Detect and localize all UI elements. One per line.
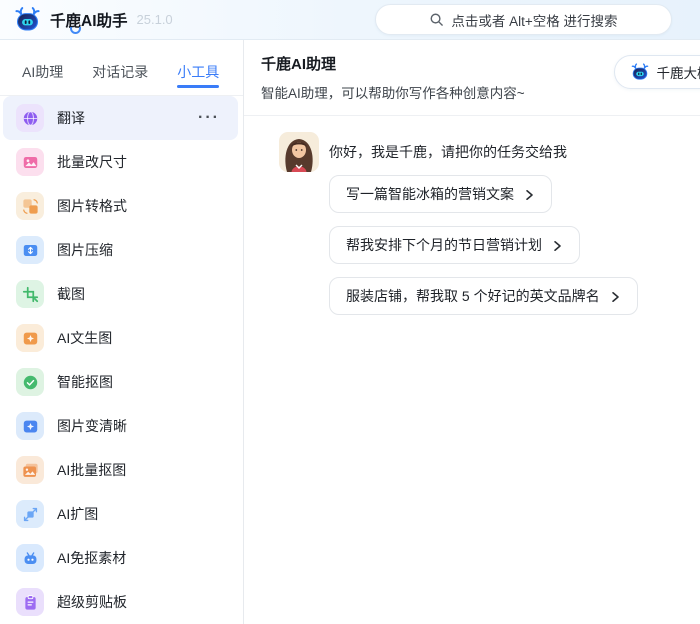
suggestion-button-3[interactable]: 服装店铺，帮我取 5 个好记的英文品牌名: [329, 277, 638, 315]
sidebar: AI助理对话记录小工具 翻译 ··· 批量改尺寸图片转格式图片压缩截图 AI文生图智能…: [0, 40, 244, 624]
sidebar-item-label: 图片压缩: [57, 240, 113, 260]
sidebar-item-smart-matting[interactable]: 智能抠图: [0, 360, 243, 404]
sidebar-tool-list: 翻译 ··· 批量改尺寸图片转格式图片压缩截图 AI文生图智能抠图图片变清晰 AI批量抠…: [0, 96, 243, 624]
suggestion-button-1[interactable]: 写一篇智能冰箱的营销文案: [329, 175, 552, 213]
sidebar-item-image-convert[interactable]: 图片转格式: [0, 184, 243, 228]
ai-text-to-image-icon: [16, 324, 44, 352]
suggestion-label: 服装店铺，帮我取 5 个好记的英文品牌名: [346, 286, 600, 306]
sidebar-item-super-clipboard[interactable]: 超级剪贴板: [0, 580, 243, 624]
screenshot-icon: [16, 280, 44, 308]
sidebar-item-label: 图片变清晰: [57, 416, 127, 436]
topbar: 千鹿AI助手 25.1.0 点击或者 Alt+空格 进行搜索: [0, 0, 700, 40]
model-selector-button[interactable]: 千鹿大模型: [614, 55, 700, 89]
suggestion-label: 帮我安排下个月的节日营销计划: [346, 235, 542, 255]
sidebar-item-translate[interactable]: 翻译 ···: [3, 96, 238, 140]
translate-icon: [16, 104, 44, 132]
tab-chat-history[interactable]: 对话记录: [92, 62, 148, 95]
sidebar-item-ai-cutout-material[interactable]: AI免抠素材: [0, 536, 243, 580]
search-icon: [429, 12, 444, 27]
sidebar-item-label: AI文生图: [57, 328, 112, 348]
sidebar-item-label: 翻译: [57, 108, 85, 128]
main-panel: 千鹿AI助理 智能AI助理，可以帮助你写作各种创意内容~ 千鹿大模型 你好，我是…: [244, 40, 700, 624]
assistant-avatar: [279, 132, 319, 172]
sidebar-item-label: AI扩图: [57, 504, 98, 524]
chat-area: 你好，我是千鹿，请把你的任务交给我 写一篇智能冰箱的营销文案帮我安排下个月的节日…: [244, 116, 700, 331]
search-placeholder: 点击或者 Alt+空格 进行搜索: [451, 10, 617, 30]
sidebar-item-image-enhance[interactable]: 图片变清晰: [0, 404, 243, 448]
image-convert-icon: [16, 192, 44, 220]
sidebar-item-ai-expand-image[interactable]: AI扩图: [0, 492, 243, 536]
sidebar-item-label: 智能抠图: [57, 372, 113, 392]
sidebar-item-image-compress[interactable]: 图片压缩: [0, 228, 243, 272]
assistant-header: 千鹿AI助理 智能AI助理，可以帮助你写作各种创意内容~ 千鹿大模型: [244, 40, 700, 116]
suggestion-label: 写一篇智能冰箱的营销文案: [346, 184, 514, 204]
sidebar-item-label: AI批量抠图: [57, 460, 126, 480]
super-clipboard-icon: [16, 588, 44, 616]
app-version: 25.1.0: [137, 12, 173, 27]
model-selector-label: 千鹿大模型: [657, 62, 700, 82]
sidebar-item-ai-batch-matting[interactable]: AI批量抠图: [0, 448, 243, 492]
model-logo-icon: [630, 62, 650, 82]
suggestion-list: 写一篇智能冰箱的营销文案帮我安排下个月的节日营销计划服装店铺，帮我取 5 个好记…: [329, 175, 684, 315]
batch-resize-icon: [16, 148, 44, 176]
tab-ai-assistant[interactable]: AI助理: [22, 62, 63, 95]
smart-matting-icon: [16, 368, 44, 396]
sidebar-item-label: 图片转格式: [57, 196, 127, 216]
more-options-icon[interactable]: ···: [198, 110, 228, 126]
sidebar-item-label: 批量改尺寸: [57, 152, 127, 172]
assistant-message-row: 你好，我是千鹿，请把你的任务交给我: [279, 132, 684, 172]
chevron-right-icon: [609, 291, 621, 303]
sidebar-item-label: 超级剪贴板: [57, 592, 127, 612]
image-enhance-icon: [16, 412, 44, 440]
sidebar-item-ai-text-to-image[interactable]: AI文生图: [0, 316, 243, 360]
tab-tools[interactable]: 小工具: [177, 62, 219, 95]
sidebar-item-batch-resize[interactable]: 批量改尺寸: [0, 140, 243, 184]
app-title: 千鹿AI助手: [50, 9, 128, 31]
app-logo-icon: [12, 5, 42, 35]
greeting-message: 你好，我是千鹿，请把你的任务交给我: [329, 142, 567, 172]
search-bar[interactable]: 点击或者 Alt+空格 进行搜索: [375, 4, 672, 35]
logo-swoosh-decoration: [70, 27, 81, 34]
chevron-right-icon: [551, 240, 563, 252]
chevron-right-icon: [523, 189, 535, 201]
sidebar-item-screenshot[interactable]: 截图: [0, 272, 243, 316]
sidebar-item-label: AI免抠素材: [57, 548, 126, 568]
suggestion-button-2[interactable]: 帮我安排下个月的节日营销计划: [329, 226, 580, 264]
ai-batch-matting-icon: [16, 456, 44, 484]
ai-expand-image-icon: [16, 500, 44, 528]
ai-cutout-material-icon: [16, 544, 44, 572]
image-compress-icon: [16, 236, 44, 264]
sidebar-item-label: 截图: [57, 284, 85, 304]
sidebar-tabs: AI助理对话记录小工具: [0, 40, 243, 96]
app-window: 千鹿AI助手 25.1.0 点击或者 Alt+空格 进行搜索 AI助理对话记录小…: [0, 0, 700, 624]
